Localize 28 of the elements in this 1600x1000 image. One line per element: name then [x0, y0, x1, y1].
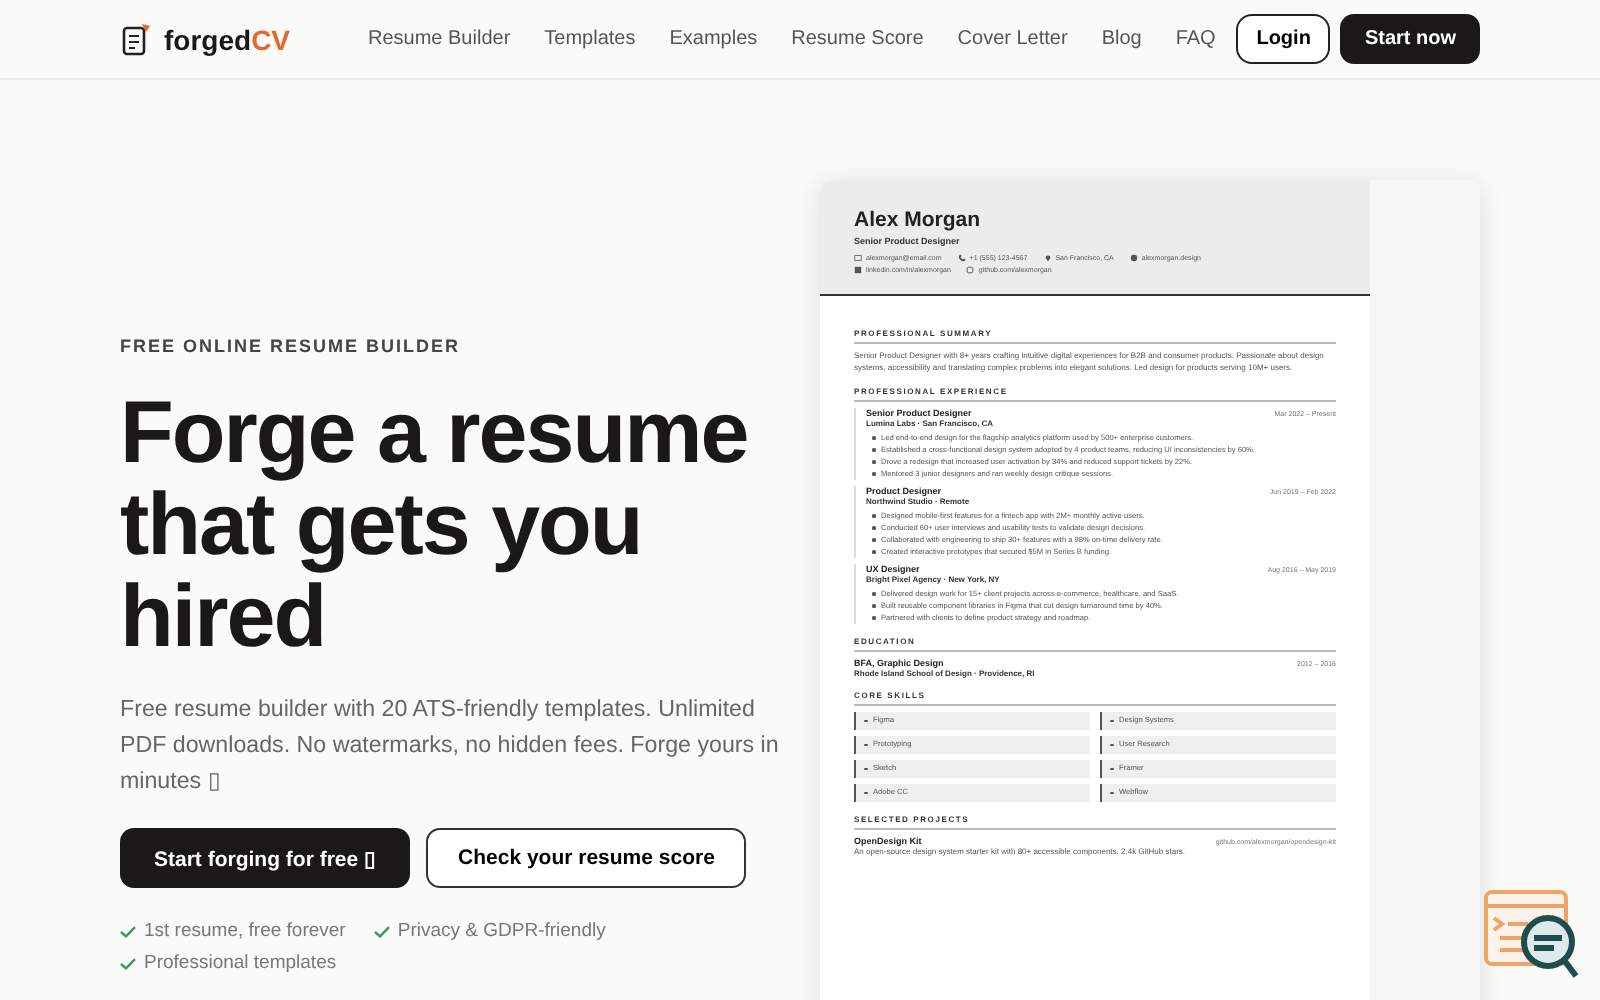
- perk-text: 1st resume, free forever: [144, 920, 346, 942]
- mail-icon: [854, 254, 862, 262]
- nav-link[interactable]: Resume Builder: [368, 28, 511, 50]
- resume-score-button[interactable]: Check your resume score: [426, 828, 747, 888]
- nav-link[interactable]: Resume Score: [791, 28, 924, 50]
- resume-scan-icon[interactable]: [1484, 890, 1580, 982]
- nav-link[interactable]: Templates: [544, 28, 636, 50]
- check-icon: [120, 925, 136, 937]
- login-button[interactable]: Login: [1236, 14, 1331, 64]
- start-forging-button[interactable]: Start forging for free ▯: [120, 828, 411, 888]
- nav-link[interactable]: Cover Letter: [957, 28, 1068, 50]
- check-icon: [120, 957, 136, 969]
- perk-text: Privacy & GDPR-friendly: [397, 920, 606, 942]
- perk-text: Professional templates: [144, 952, 337, 974]
- logo-icon: [122, 22, 152, 56]
- hero-title: Forge a resume that gets you hired: [120, 388, 750, 664]
- check-icon: [373, 925, 390, 937]
- pin-icon: [1043, 254, 1052, 262]
- brand-name[interactable]: forgedCV: [164, 23, 291, 55]
- start-now-button[interactable]: Start now: [1340, 14, 1480, 64]
- nav-link[interactable]: Examples: [669, 28, 758, 50]
- eyebrow-label: FREE ONLINE RESUME BUILDER: [120, 336, 463, 356]
- hero-subtitle: Free resume builder with 20 ATS-friendly templates. Unlimited PDF downloads. No watermarks, no hidden fees. Forge yours in minutes ▯: [120, 694, 781, 798]
- resume-name: Alex Morgan: [854, 208, 983, 232]
- github-icon: [966, 266, 975, 274]
- phone-icon: [957, 254, 966, 262]
- nav-link[interactable]: Blog: [1101, 28, 1142, 50]
- nav-link[interactable]: FAQ: [1175, 28, 1216, 50]
